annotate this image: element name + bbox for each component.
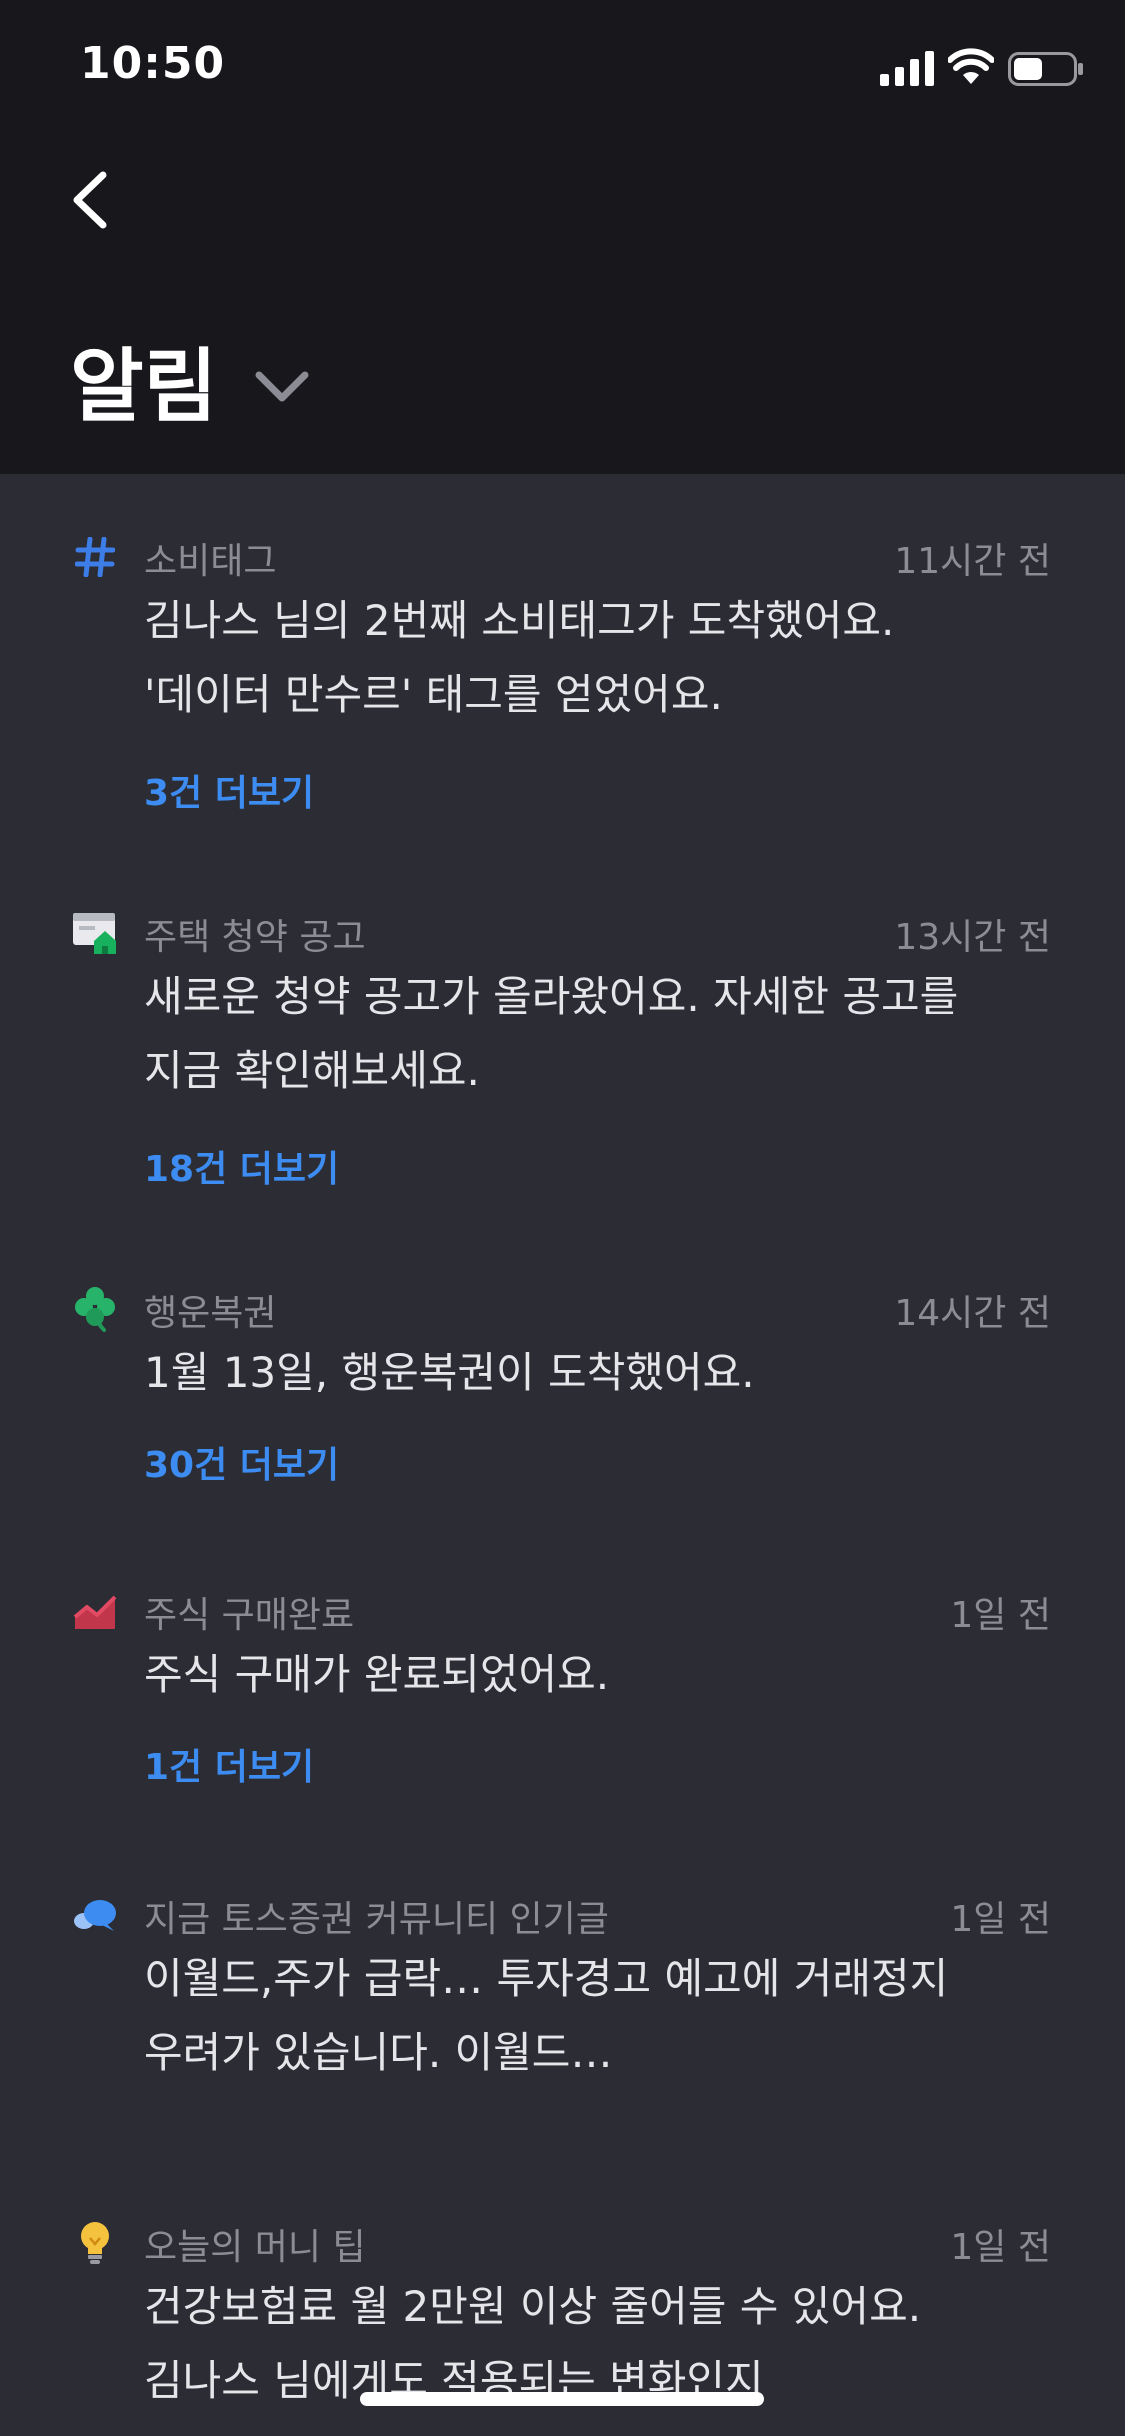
category-label: 주식 구매완료 bbox=[144, 1595, 355, 1636]
notification-message: 주식 구매가 완료되었어요. bbox=[144, 1638, 1044, 1712]
timestamp: 1일 전 bbox=[950, 1595, 1051, 1636]
more-link[interactable]: 1건 더보기 bbox=[144, 1738, 314, 1790]
lightbulb-icon bbox=[72, 2220, 118, 2266]
timestamp: 1일 전 bbox=[950, 1899, 1051, 1940]
wifi-icon bbox=[948, 48, 994, 84]
message-line: 김나스 님의 2번째 소비태그가 도착했어요. bbox=[144, 596, 895, 645]
message-line: '데이터 만수르' 태그를 얻었어요. bbox=[144, 670, 723, 719]
housing-notice-icon bbox=[72, 910, 118, 956]
category-label: 행운복권 bbox=[144, 1293, 277, 1334]
chevron-down-icon bbox=[255, 371, 309, 402]
timestamp: 14시간 전 bbox=[894, 1293, 1051, 1334]
message-line: 건강보험료 월 2만원 이상 줄어들 수 있어요. bbox=[144, 2282, 922, 2331]
notification-message: 새로운 청약 공고가 올라왔어요. 자세한 공고를 지금 확인해보세요. bbox=[144, 960, 1044, 1108]
status-bar: 10:50 bbox=[0, 0, 1125, 140]
battery-icon bbox=[1008, 52, 1083, 86]
chevron-left-icon bbox=[73, 171, 107, 229]
timestamp: 13시간 전 bbox=[894, 917, 1051, 958]
notification-message: 이월드,주가 급락… 투자경고 예고에 거래정지 우려가 있습니다. 이월드… bbox=[144, 1942, 1044, 2090]
message-line: 우려가 있습니다. 이월드… bbox=[144, 2028, 613, 2077]
clover-icon bbox=[72, 1286, 118, 1332]
message-line: 김나스 님에게도 적용되는 변화인지 bbox=[144, 2356, 764, 2405]
notification-list: 소비태그 11시간 전 김나스 님의 2번째 소비태그가 도착했어요. '데이터… bbox=[0, 474, 1125, 2436]
page-title: 알림 bbox=[70, 340, 218, 433]
hashtag-icon bbox=[72, 534, 118, 580]
message-line: 1월 13일, 행운복권이 도착했어요. bbox=[144, 1348, 755, 1397]
timestamp: 1일 전 bbox=[950, 2227, 1051, 2268]
cellular-signal-icon bbox=[880, 51, 934, 86]
message-line: 지금 확인해보세요. bbox=[144, 1046, 480, 1095]
more-link[interactable]: 3건 더보기 bbox=[144, 764, 314, 816]
stock-chart-icon bbox=[72, 1588, 118, 1634]
status-time: 10:50 bbox=[80, 38, 226, 89]
notification-message: 1월 13일, 행운복권이 도착했어요. bbox=[144, 1336, 1044, 1410]
more-link[interactable]: 18건 더보기 bbox=[144, 1140, 339, 1192]
title-dropdown[interactable]: 알림 bbox=[70, 332, 311, 442]
category-label: 지금 토스증권 커뮤니티 인기글 bbox=[144, 1899, 609, 1940]
speech-bubbles-icon bbox=[72, 1892, 118, 1938]
home-indicator[interactable] bbox=[360, 2392, 764, 2406]
message-line: 이월드,주가 급락… 투자경고 예고에 거래정지 bbox=[144, 1954, 949, 2003]
notification-message: 김나스 님의 2번째 소비태그가 도착했어요. '데이터 만수르' 태그를 얻었… bbox=[144, 584, 1044, 732]
category-label: 소비태그 bbox=[144, 541, 277, 582]
message-line: 새로운 청약 공고가 올라왔어요. 자세한 공고를 bbox=[144, 972, 959, 1021]
message-line: 주식 구매가 완료되었어요. bbox=[144, 1650, 610, 1699]
category-label: 주택 청약 공고 bbox=[144, 917, 366, 958]
more-link[interactable]: 30건 더보기 bbox=[144, 1436, 339, 1488]
header: 10:50 알림 bbox=[0, 0, 1125, 474]
category-label: 오늘의 머니 팁 bbox=[144, 2227, 366, 2268]
back-button[interactable] bbox=[40, 150, 140, 250]
timestamp: 11시간 전 bbox=[894, 541, 1051, 582]
